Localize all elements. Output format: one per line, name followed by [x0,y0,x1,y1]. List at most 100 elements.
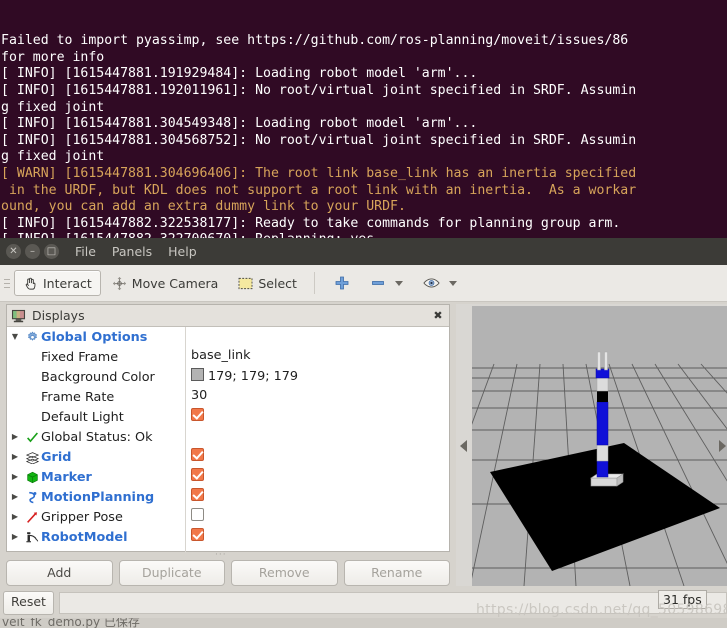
display-tree-row[interactable]: Background Color179; 179; 179 [7,367,449,387]
remove-dropdown-caret-icon[interactable] [395,281,403,286]
terminal-text: [ INFO] [1615447881.191929484]: Loading … [1,66,477,81]
minimize-icon: – [25,244,40,259]
tree-expander-icon[interactable]: ▼ [7,327,23,347]
terminal-line: [ INFO] [1615447881.304549348]: Loading … [1,116,727,133]
menu-help[interactable]: Help [168,244,197,259]
terminal-line: [ INFO] [1615447881.191929484]: Loading … [1,66,727,83]
duplicate-display-button[interactable]: Duplicate [119,560,226,586]
remove-display-button[interactable]: Remove [231,560,338,586]
display-tree-row[interactable]: ▶Marker [7,467,449,487]
tree-expander-icon[interactable]: ▶ [7,467,23,487]
3d-scene [472,306,727,586]
add-display-button[interactable]: Add [6,560,113,586]
terminal-text: ound, you can add an extra dummy link to… [1,199,406,214]
minus-icon [370,275,386,291]
menu-panels[interactable]: Panels [112,244,152,259]
viewport-left-arrow-icon[interactable] [460,440,467,452]
display-tree-row[interactable]: Default Light [7,407,449,427]
reset-button[interactable]: Reset [3,591,54,615]
display-enable-checkbox[interactable] [191,488,204,503]
taskbar-peek[interactable]: veit_fk_demo.py 已保存 [0,618,727,628]
terminal-text: [ INFO] [1615447882.322538177]: Ready to… [1,216,620,231]
watermark-text: https://blog.csdn.net/qq_50598698 [476,602,727,618]
rename-display-button[interactable]: Rename [344,560,451,586]
tree-expander-icon[interactable]: ▶ [7,487,23,507]
display-tree-row[interactable]: Fixed Framebase_link [7,347,449,367]
display-enable-checkbox[interactable] [191,528,204,543]
3d-viewport[interactable] [472,306,727,586]
displays-tree: ▼ Global Options Fixed Framebase_linkBackg… [7,327,449,547]
display-enable-checkbox[interactable] [191,448,204,463]
maximize-button[interactable]: □ [44,244,59,259]
display-tree-row[interactable]: ▶ Gripper Pose [7,507,449,527]
tree-expander-icon[interactable]: ▶ [7,507,23,527]
grid-icon [23,451,41,464]
viewport-right-arrow-icon[interactable] [719,440,726,452]
move-camera-icon [112,276,127,291]
robot-model-icon [23,531,41,544]
terminal-line: [ INFO] [1615447881.192011961]: No root/… [1,83,727,100]
display-tree-row[interactable]: ▶ Grid [7,447,449,467]
displays-panel: Displays ✖ ▼ Global Options Fixed Framebas… [6,304,450,552]
panel-resize-handle[interactable]: ··· [215,553,239,558]
display-enable-checkbox[interactable] [191,408,204,423]
minimize-button[interactable]: – [25,244,40,259]
displays-monitor-icon [11,309,26,323]
terminal-text: [ INFO] [1615447881.304568752]: No root/… [1,133,636,148]
checkbox-checked-icon[interactable] [191,468,204,481]
focus-dropdown-caret-icon[interactable] [449,281,457,286]
screen-root: Failed to import pyassimp, see https://g… [0,0,727,628]
add-tool-button[interactable] [325,270,359,296]
displays-close-icon[interactable]: ✖ [431,309,445,323]
close-button[interactable]: ✕ [6,244,21,259]
color-value-cell[interactable]: 179; 179; 179 [191,368,298,384]
color-swatch[interactable] [191,368,204,381]
display-tree-row[interactable]: ▶MotionPlanning [7,487,449,507]
motion-planning-icon [23,491,41,504]
checkbox-checked-icon[interactable] [191,488,204,501]
checkbox-checked-icon[interactable] [191,528,204,541]
tree-expander-icon[interactable]: ▶ [7,527,23,547]
display-tree-label: Grid [41,450,71,465]
terminal-text: Failed to import pyassimp, see https://g… [1,33,628,48]
property-value-text[interactable]: 30 [191,388,207,403]
taskbar-peek-label: veit_fk_demo.py 已保存 [2,618,140,628]
window-controls: ✕ – □ [6,244,59,259]
move-camera-tool-button[interactable]: Move Camera [103,270,228,296]
terminal-line: in the URDF, but KDL does not support a … [1,183,727,200]
toolbar-drag-handle[interactable] [2,272,12,294]
displays-panel-title: Displays [32,308,85,323]
display-tree-row[interactable]: ▼ Global Options [7,327,449,347]
terminal-text: [ WARN] [1615447881.304696406]: The root… [1,166,636,181]
checkbox-checked-icon[interactable] [191,408,204,421]
interact-tool-button[interactable]: Interact [14,270,101,296]
checkbox-unchecked-icon[interactable] [191,508,204,521]
window-titlebar: ✕ – □ File Panels Help [0,238,727,265]
property-value-text[interactable]: base_link [191,348,251,363]
terminal-output: Failed to import pyassimp, see https://g… [1,33,727,238]
tree-expander-icon[interactable]: ▶ [7,427,23,447]
display-enable-checkbox[interactable] [191,468,204,483]
display-tree-row[interactable]: Frame Rate 30 [7,387,449,407]
display-tree-label: Frame Rate [41,390,114,405]
display-tree-label: Global Options [41,330,147,345]
check-icon [23,431,41,444]
main-toolbar: Interact Move Camera S [0,265,727,302]
terminal-line: [ INFO] [1615447882.322538177]: Ready to… [1,216,727,233]
focus-tool-button[interactable] [414,270,466,296]
display-tree-row[interactable]: ▶RobotModel [7,527,449,547]
display-enable-checkbox[interactable] [191,508,204,523]
checkbox-checked-icon[interactable] [191,448,204,461]
select-tool-button[interactable]: Select [229,270,306,296]
display-tree-row[interactable]: ▶Global Status: Ok [7,427,449,447]
terminal-text: in the URDF, but KDL does not support a … [1,183,636,198]
select-tool-label: Select [258,276,297,291]
menu-file[interactable]: File [75,244,96,259]
terminal-window[interactable]: Failed to import pyassimp, see https://g… [0,0,727,238]
terminal-text: [ INFO] [1615447881.192011961]: No root/… [1,83,636,98]
display-tree-label: Gripper Pose [41,510,123,525]
terminal-line: g fixed joint [1,149,727,166]
remove-tool-button[interactable] [361,270,412,296]
tree-expander-icon[interactable]: ▶ [7,447,23,467]
eye-icon [423,277,440,289]
